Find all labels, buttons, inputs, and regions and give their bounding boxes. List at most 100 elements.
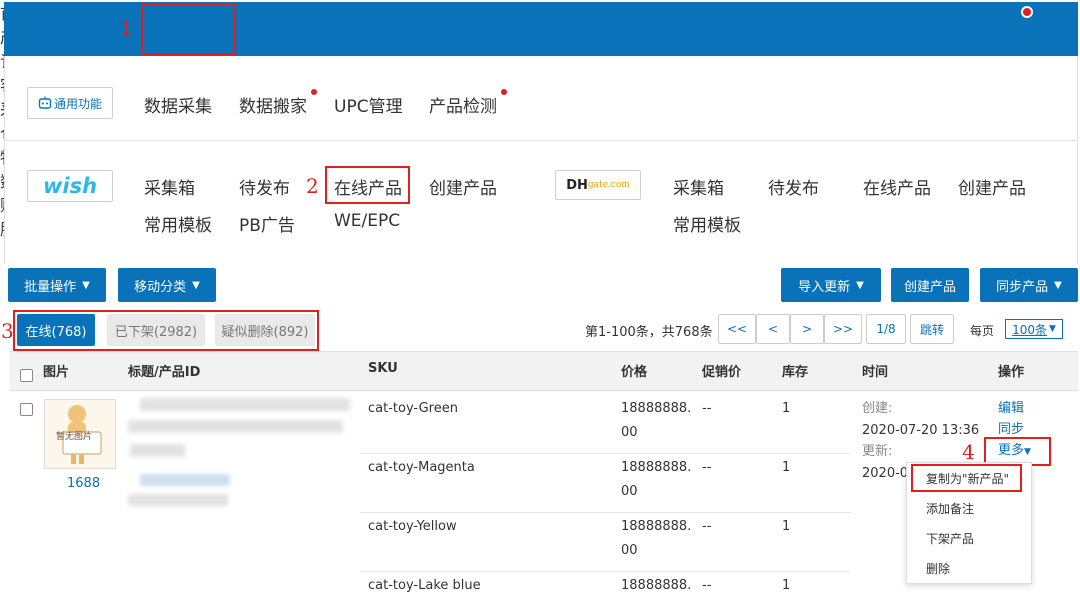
dhgate-pending[interactable]: 待发布 bbox=[768, 174, 819, 199]
price-cell: 18888888. bbox=[621, 578, 692, 593]
blurred-product-id bbox=[140, 474, 230, 486]
annotation-2: 2 bbox=[306, 174, 319, 198]
chevron-down-icon: ▼ bbox=[1048, 324, 1056, 334]
row-divider bbox=[360, 453, 850, 454]
promo-cell: -- bbox=[702, 401, 712, 416]
wish-logo: wish bbox=[42, 174, 98, 198]
col-sku: SKU bbox=[368, 361, 398, 376]
dhgate-collect-box[interactable]: 采集箱 bbox=[673, 174, 724, 199]
wish-we-epc[interactable]: WE/EPC bbox=[334, 211, 400, 231]
pager-page-indicator[interactable]: 1/8 bbox=[866, 314, 906, 344]
general-functions-label: 通用功能 bbox=[53, 96, 102, 111]
per-page-label: 每页 bbox=[970, 324, 995, 338]
dhgate-logo-dh: DH bbox=[566, 177, 588, 193]
stock-cell: 1 bbox=[782, 401, 791, 416]
dhgate-create-product[interactable]: 创建产品 bbox=[958, 174, 1026, 199]
no-image-text: 暂无图片 bbox=[56, 432, 93, 442]
batch-operation-button[interactable]: 批量操作 ▼ bbox=[8, 268, 106, 302]
wish-create-product[interactable]: 创建产品 bbox=[429, 174, 497, 199]
create-product-button[interactable]: 创建产品 bbox=[891, 268, 969, 302]
col-title-id: 标题/产品ID bbox=[128, 365, 201, 380]
tab-delisted[interactable]: 已下架(2982) bbox=[107, 314, 205, 346]
tab-online[interactable]: 在线(768) bbox=[17, 314, 95, 346]
wish-templates[interactable]: 常用模板 bbox=[144, 211, 212, 236]
updated-label: 更新: bbox=[862, 444, 893, 459]
col-actions: 操作 bbox=[998, 365, 1025, 380]
promo-cell: -- bbox=[702, 460, 712, 475]
more-label: 更多 bbox=[998, 443, 1025, 458]
blurred-title bbox=[128, 420, 343, 433]
sku-cell: cat-toy-Magenta bbox=[368, 460, 475, 475]
sync-products-label: 同步产品 bbox=[996, 279, 1049, 295]
select-all-checkbox[interactable] bbox=[20, 369, 33, 382]
annotation-4: 4 bbox=[962, 440, 975, 464]
annotation-3: 3 bbox=[1, 319, 14, 343]
promo-cell: -- bbox=[702, 578, 712, 593]
new-dot bbox=[311, 89, 317, 95]
import-update-label: 导入更新 bbox=[798, 279, 851, 295]
dhgate-online-products[interactable]: 在线产品 bbox=[863, 174, 931, 199]
row-divider bbox=[360, 512, 850, 513]
menu-copy-as-new-product[interactable]: 复制为"新产品" bbox=[926, 470, 1009, 487]
tab-suspected-deleted[interactable]: 疑似删除(892) bbox=[215, 314, 315, 346]
annotation-1: 1 bbox=[120, 16, 133, 40]
promo-cell: -- bbox=[702, 519, 712, 534]
import-update-button[interactable]: 导入更新 ▼ bbox=[781, 268, 881, 302]
blurred-title bbox=[130, 444, 185, 457]
create-product-label: 创建产品 bbox=[903, 279, 956, 295]
more-button[interactable]: 更多▼ bbox=[998, 439, 1031, 464]
col-time: 时间 bbox=[862, 365, 889, 380]
highlight-box-products bbox=[141, 4, 236, 55]
col-image: 图片 bbox=[43, 365, 70, 380]
menu-upc-manage[interactable]: UPC管理 bbox=[334, 92, 403, 117]
pager-first-button[interactable]: << bbox=[718, 314, 756, 344]
source-link-1688[interactable]: 1688 bbox=[67, 472, 100, 496]
price-cell-cents: 00 bbox=[621, 543, 638, 558]
dhgate-logo-badge: DH gate.com bbox=[555, 170, 641, 200]
pager-last-button[interactable]: >> bbox=[824, 314, 862, 344]
price-cell: 18888888. bbox=[621, 401, 692, 416]
menu-delist-product[interactable]: 下架产品 bbox=[926, 530, 974, 547]
chevron-down-icon: ▼ bbox=[82, 279, 90, 291]
row-divider bbox=[360, 571, 850, 572]
blurred-product-id bbox=[128, 494, 228, 506]
created-label: 创建: bbox=[862, 401, 893, 416]
wish-pb-ads[interactable]: PB广告 bbox=[239, 211, 295, 236]
menu-delete[interactable]: 删除 bbox=[926, 560, 950, 577]
sync-products-button[interactable]: 同步产品 ▼ bbox=[980, 268, 1078, 302]
sku-cell: cat-toy-Green bbox=[368, 401, 458, 416]
new-dot bbox=[501, 89, 507, 95]
dhgate-templates[interactable]: 常用模板 bbox=[673, 211, 741, 236]
pager-jump-button[interactable]: 跳转 bbox=[910, 314, 954, 344]
price-cell-cents: 00 bbox=[621, 425, 638, 440]
stock-cell: 1 bbox=[782, 519, 791, 534]
menu-divider bbox=[4, 140, 1078, 141]
price-cell: 18888888. bbox=[621, 519, 692, 534]
wish-logo-badge: wish bbox=[27, 170, 113, 202]
col-stock: 库存 bbox=[782, 365, 809, 380]
dhgate-logo-rest: gate.com bbox=[587, 180, 630, 190]
menu-data-collect[interactable]: 数据采集 bbox=[144, 92, 212, 117]
notification-dot bbox=[1021, 6, 1033, 18]
menu-add-note[interactable]: 添加备注 bbox=[926, 500, 974, 517]
price-cell-cents: 00 bbox=[621, 484, 638, 499]
batch-operation-label: 批量操作 bbox=[24, 279, 77, 295]
menu-data-migrate[interactable]: 数据搬家 bbox=[239, 92, 307, 117]
chevron-down-icon: ▼ bbox=[192, 279, 200, 291]
per-page-select[interactable]: 100条 ▼ bbox=[1005, 319, 1063, 339]
wish-collect-box[interactable]: 采集箱 bbox=[144, 174, 195, 199]
caret-down-icon: ▼ bbox=[1024, 447, 1031, 457]
wish-pending[interactable]: 待发布 bbox=[239, 174, 290, 199]
row-checkbox[interactable] bbox=[20, 403, 33, 416]
move-category-button[interactable]: 移动分类 ▼ bbox=[118, 268, 216, 302]
col-price: 价格 bbox=[621, 365, 648, 380]
general-functions-badge: 通用功能 bbox=[27, 87, 113, 119]
blurred-title bbox=[140, 398, 350, 411]
stock-cell: 1 bbox=[782, 578, 791, 593]
pager-next-button[interactable]: > bbox=[790, 314, 824, 344]
menu-product-check[interactable]: 产品检测 bbox=[429, 92, 497, 117]
pager-prev-button[interactable]: < bbox=[756, 314, 790, 344]
move-category-label: 移动分类 bbox=[134, 279, 187, 295]
highlight-box-online-products bbox=[325, 166, 410, 204]
col-promo-price: 促销价 bbox=[702, 365, 742, 380]
